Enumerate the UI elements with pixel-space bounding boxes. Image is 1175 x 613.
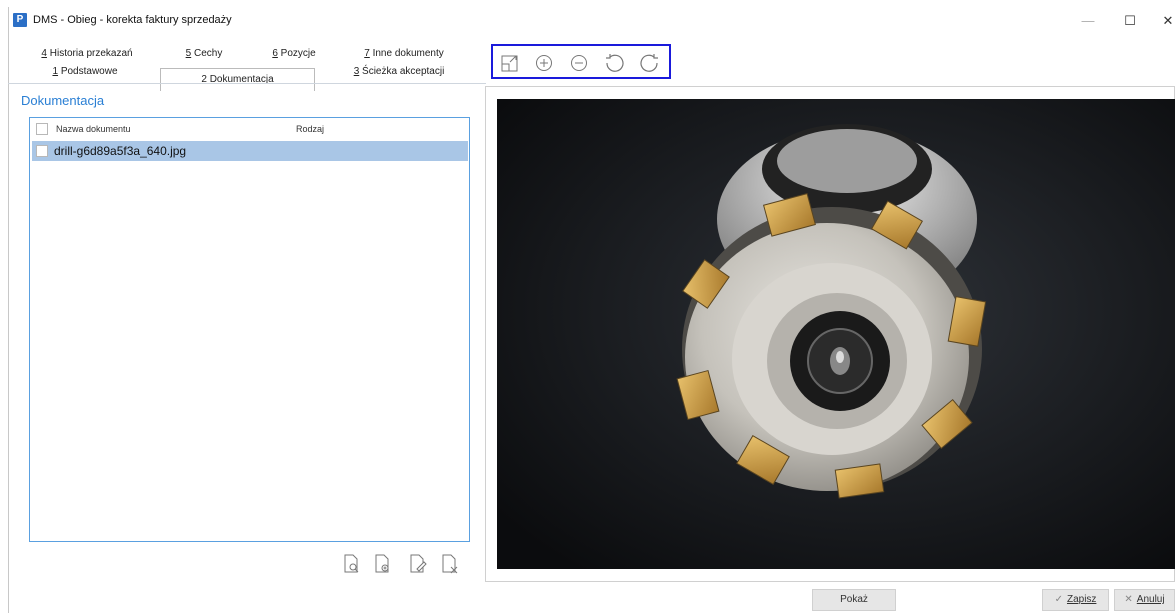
zoom-out-icon[interactable] [568,52,590,74]
column-header-type[interactable]: Rodzaj [296,124,324,134]
preview-document-icon[interactable] [342,553,362,575]
section-title: Dokumentacja [21,93,105,108]
show-button[interactable]: Pokaż [812,589,896,611]
delete-document-icon[interactable] [440,553,460,575]
tab-label: Ścieżka akceptacji [362,66,445,77]
window-title: DMS - Obieg - korekta faktury sprzedaży [33,14,232,26]
tab-accelerator: 7 [364,48,370,59]
edit-document-icon[interactable] [408,553,428,575]
tab-label: Podstawowe [60,66,118,77]
tab-accelerator: 4 [41,48,47,59]
tab-accelerator: 5 [185,48,192,59]
tab-accelerator: 3 [353,66,360,77]
document-name: drill-g6d89a5f3a_640.jpg [54,144,187,158]
cancel-button-label: Anuluj [1136,594,1165,605]
document-list[interactable]: Nazwa dokumentu Rodzaj drill-g6d89a5f3a_… [29,117,470,542]
tabs-divider [8,83,486,84]
add-document-icon[interactable] [373,553,393,575]
tab-dokumentacja[interactable]: 2 Dokumentacja [160,68,315,91]
tab-inne-dokumenty[interactable]: 7 Inne dokumenty [344,44,464,64]
column-header-name[interactable]: Nazwa dokumentu [56,124,131,134]
maximize-button[interactable]: ☐ [1115,11,1145,31]
tab-historia-przekazan[interactable]: 4 Historia przekazań [27,44,147,64]
tab-label: Pozycje [280,48,316,59]
tab-podstawowe[interactable]: 1 Podstawowe [35,62,135,82]
rotate-right-icon[interactable] [639,52,661,74]
tab-label: Cechy [193,48,223,59]
viewer-toolbar [491,44,671,79]
tab-pozycje[interactable]: 6 Pozycje [254,44,334,64]
tab-accelerator: 6 [272,48,278,59]
title-bar: P DMS - Obieg - korekta faktury sprzedaż… [9,7,1175,35]
tab-label: Historia przekazań [49,48,133,59]
tab-sciezka-akceptacji[interactable]: 3 Ścieżka akceptacji [334,62,464,82]
app-logo-icon: P [13,13,27,27]
tab-cechy[interactable]: 5 Cechy [169,44,239,64]
save-button-label: Zapisz [1066,594,1097,605]
minimize-button[interactable]: — [1073,11,1103,31]
tab-accelerator: 1 [52,66,59,77]
tab-label: Inne dokumenty [372,48,444,59]
close-icon: ✕ [1124,594,1133,605]
table-row[interactable]: drill-g6d89a5f3a_640.jpg [32,141,468,161]
fit-to-window-icon[interactable] [499,52,521,74]
cancel-button[interactable]: ✕ Anuluj [1114,589,1175,611]
select-all-checkbox[interactable] [36,123,48,135]
list-header: Nazwa dokumentu Rodzaj [30,118,469,140]
row-checkbox[interactable] [36,145,48,157]
save-button[interactable]: ✓ Zapisz [1042,589,1109,611]
zoom-in-icon[interactable] [533,52,555,74]
document-preview-image [497,99,1175,569]
rotate-left-icon[interactable] [603,52,625,74]
close-button[interactable]: ✕ [1153,11,1175,31]
checkmark-icon: ✓ [1054,594,1063,605]
